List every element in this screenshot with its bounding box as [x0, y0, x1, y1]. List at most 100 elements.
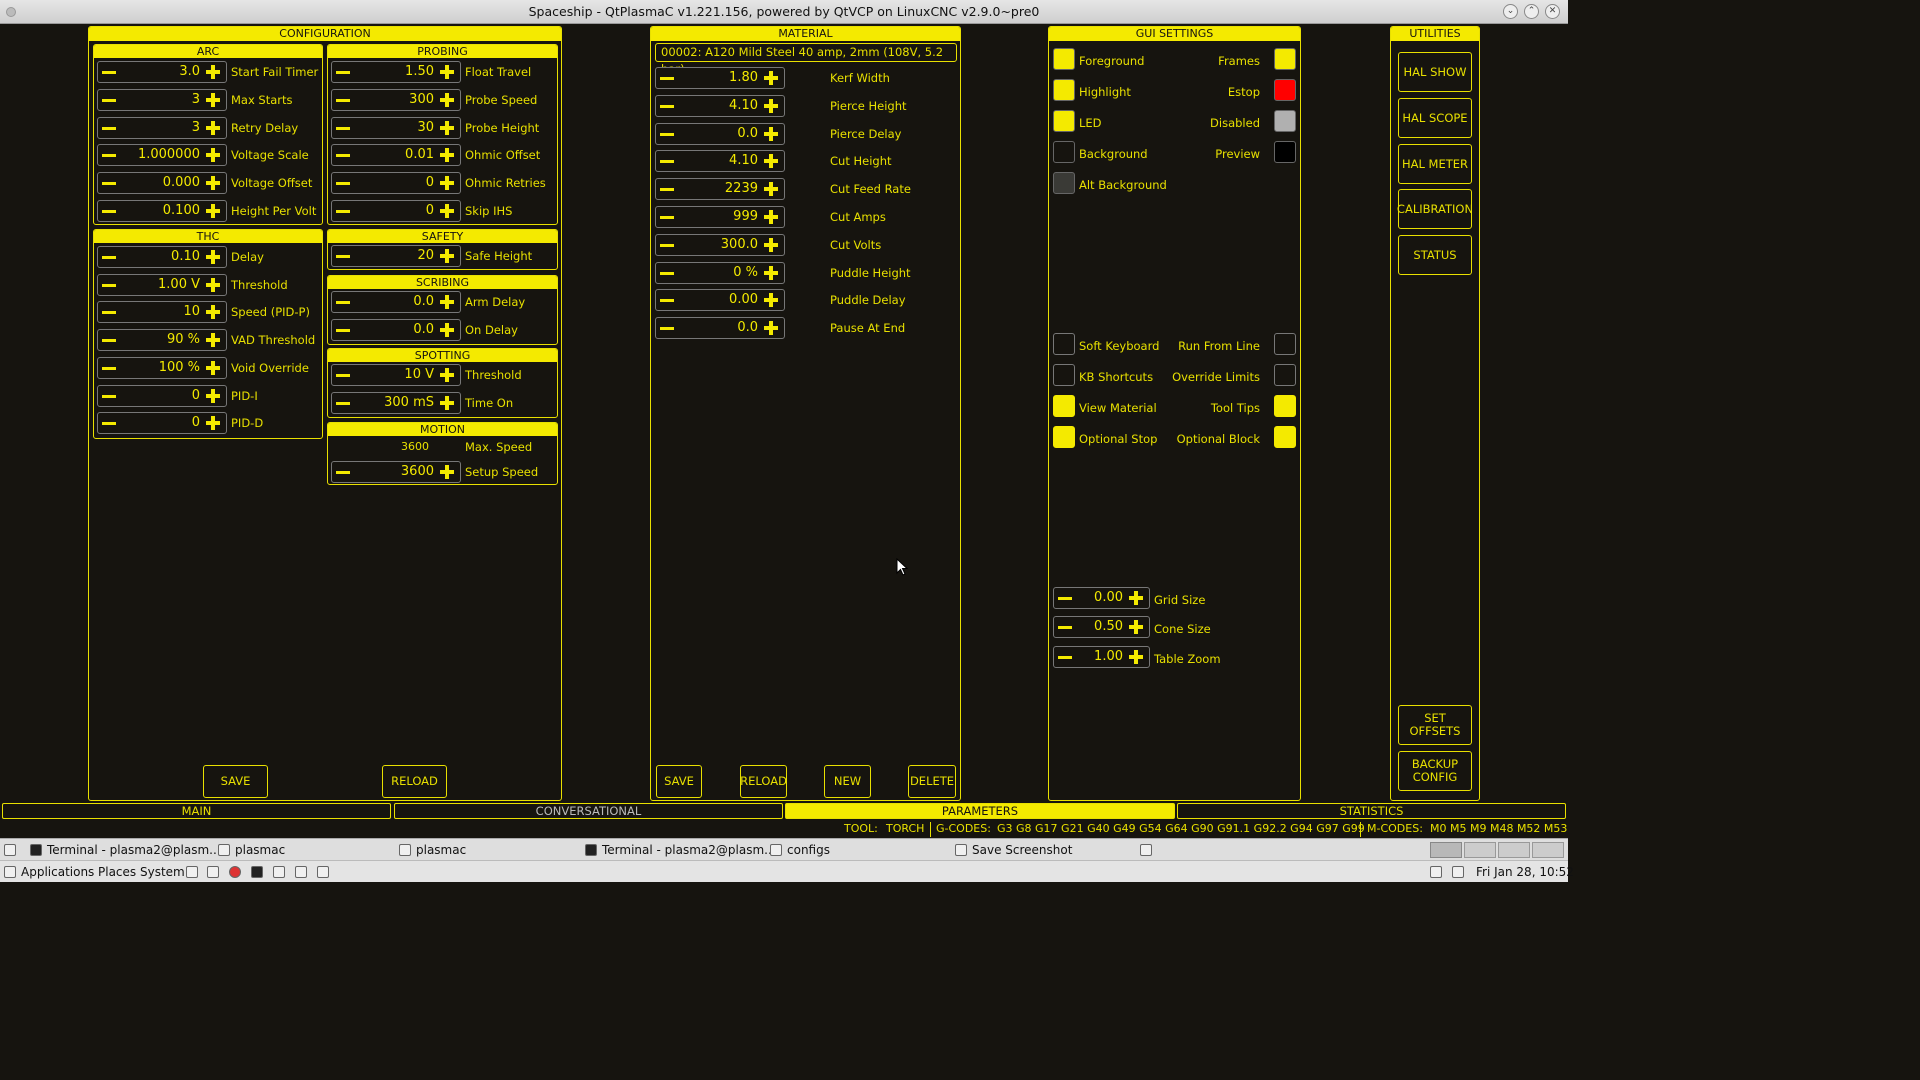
decrement-icon[interactable]: [336, 401, 350, 405]
decrement-icon[interactable]: [336, 328, 350, 332]
decrement-icon[interactable]: [102, 98, 116, 102]
highlight-color-swatch[interactable]: [1053, 79, 1075, 101]
increment-icon[interactable]: [206, 120, 220, 135]
run-from-line-checkbox[interactable]: [1274, 333, 1296, 355]
background-color-swatch[interactable]: [1053, 141, 1075, 163]
increment-icon[interactable]: [440, 322, 454, 337]
minimize-icon[interactable]: ⌄: [1503, 4, 1518, 19]
decrement-icon[interactable]: [336, 98, 350, 102]
increment-icon[interactable]: [440, 176, 454, 191]
decrement-icon[interactable]: [336, 182, 350, 186]
increment-icon[interactable]: [764, 154, 778, 169]
launcher-screenshot-icon[interactable]: [317, 864, 334, 880]
task-app-icon[interactable]: [1140, 842, 1157, 858]
thc-param-spinbox[interactable]: 90 %: [97, 329, 227, 352]
increment-icon[interactable]: [206, 305, 220, 320]
increment-icon[interactable]: [1129, 650, 1143, 664]
increment-icon[interactable]: [440, 295, 454, 309]
task-terminal-1[interactable]: Terminal - plasma2@plasm...: [30, 842, 221, 858]
thc-param-spinbox[interactable]: 0: [97, 384, 227, 407]
material-param-spinbox[interactable]: 0.00: [655, 289, 785, 312]
backup-config-button[interactable]: BACKUP CONFIG: [1398, 751, 1472, 791]
material-selector[interactable]: 00002: A120 Mild Steel 40 amp, 2mm (108V…: [655, 43, 957, 76]
tab-main[interactable]: MAIN: [2, 803, 391, 819]
table-zoom-spinbox[interactable]: 1.00: [1053, 646, 1150, 668]
launcher-hammer-icon[interactable]: [207, 864, 224, 880]
tab-conversational[interactable]: CONVERSATIONAL: [394, 803, 783, 819]
material-param-spinbox[interactable]: 1.80: [655, 67, 785, 89]
increment-icon[interactable]: [206, 204, 220, 218]
increment-icon[interactable]: [764, 126, 778, 141]
increment-icon[interactable]: [206, 148, 220, 163]
material-param-spinbox[interactable]: 4.10: [655, 94, 785, 117]
material-new-button[interactable]: NEW: [824, 765, 871, 798]
increment-icon[interactable]: [206, 360, 220, 375]
soft-keyboard-checkbox[interactable]: [1053, 333, 1075, 355]
applications-menu[interactable]: Applications: [4, 864, 94, 880]
decrement-icon[interactable]: [1058, 597, 1072, 600]
material-reload-button[interactable]: RELOAD: [740, 765, 787, 798]
show-desktop-icon[interactable]: [4, 842, 21, 858]
increment-icon[interactable]: [440, 249, 454, 263]
frames-color-swatch[interactable]: [1274, 48, 1296, 70]
material-param-spinbox[interactable]: 0.0: [655, 122, 785, 145]
decrement-icon[interactable]: [660, 327, 674, 331]
decrement-icon[interactable]: [336, 210, 350, 213]
system-menu[interactable]: System: [140, 864, 185, 880]
decrement-icon[interactable]: [102, 71, 116, 74]
increment-icon[interactable]: [206, 250, 220, 264]
increment-icon[interactable]: [764, 321, 778, 336]
thc-param-spinbox[interactable]: 10: [97, 301, 227, 324]
material-param-spinbox[interactable]: 0.0: [655, 317, 785, 340]
arc-param-spinbox[interactable]: 3: [97, 116, 227, 139]
decrement-icon[interactable]: [102, 283, 116, 287]
hal-scope-button[interactable]: HAL SCOPE: [1398, 98, 1472, 138]
increment-icon[interactable]: [440, 92, 454, 107]
config-reload-button[interactable]: RELOAD: [382, 765, 447, 798]
workspace-4[interactable]: [1532, 842, 1564, 858]
decrement-icon[interactable]: [660, 104, 674, 108]
calibration-button[interactable]: CALIBRATION: [1397, 189, 1473, 229]
increment-icon[interactable]: [440, 65, 454, 79]
increment-icon[interactable]: [206, 333, 220, 348]
close-icon[interactable]: ✕: [1545, 4, 1560, 19]
task-terminal-2[interactable]: Terminal - plasma2@plasm...: [585, 842, 776, 858]
decrement-icon[interactable]: [102, 394, 116, 398]
decrement-icon[interactable]: [660, 77, 674, 80]
decrement-icon[interactable]: [660, 132, 674, 136]
launcher-chrome-icon[interactable]: [229, 864, 246, 880]
spotting-param-spinbox[interactable]: 10 V: [331, 364, 461, 386]
decrement-icon[interactable]: [1058, 626, 1072, 629]
launcher-calculator-icon[interactable]: [273, 864, 290, 880]
decrement-icon[interactable]: [102, 422, 116, 426]
view-material-checkbox[interactable]: [1053, 395, 1075, 417]
material-delete-button[interactable]: DELETE: [908, 765, 956, 798]
increment-icon[interactable]: [440, 204, 454, 218]
grid-size-spinbox[interactable]: 0.00: [1053, 587, 1150, 609]
workspace-1[interactable]: [1430, 842, 1462, 858]
task-plasmac-2[interactable]: plasmac: [399, 842, 466, 858]
task-plasmac-1[interactable]: plasmac: [218, 842, 285, 858]
override-limits-checkbox[interactable]: [1274, 364, 1296, 386]
increment-icon[interactable]: [764, 265, 778, 280]
led-color-swatch[interactable]: [1053, 110, 1075, 132]
increment-icon[interactable]: [764, 98, 778, 113]
decrement-icon[interactable]: [102, 339, 116, 343]
increment-icon[interactable]: [1129, 591, 1143, 605]
increment-icon[interactable]: [764, 210, 778, 224]
status-button[interactable]: STATUS: [1398, 235, 1472, 275]
material-param-spinbox[interactable]: 999: [655, 206, 785, 228]
safety-param-spinbox[interactable]: 20: [331, 245, 461, 267]
setup-speed-spinbox[interactable]: 3600: [331, 461, 461, 483]
material-param-spinbox[interactable]: 4.10: [655, 150, 785, 173]
material-param-spinbox[interactable]: 0 %: [655, 261, 785, 284]
decrement-icon[interactable]: [336, 71, 350, 74]
increment-icon[interactable]: [206, 92, 220, 107]
decrement-icon[interactable]: [102, 311, 116, 315]
hal-meter-button[interactable]: HAL METER: [1398, 144, 1472, 184]
decrement-icon[interactable]: [1058, 656, 1072, 659]
decrement-icon[interactable]: [336, 301, 350, 304]
probing-param-spinbox[interactable]: 0: [331, 200, 461, 222]
optional-stop-checkbox[interactable]: [1053, 426, 1075, 448]
decrement-icon[interactable]: [336, 126, 350, 130]
